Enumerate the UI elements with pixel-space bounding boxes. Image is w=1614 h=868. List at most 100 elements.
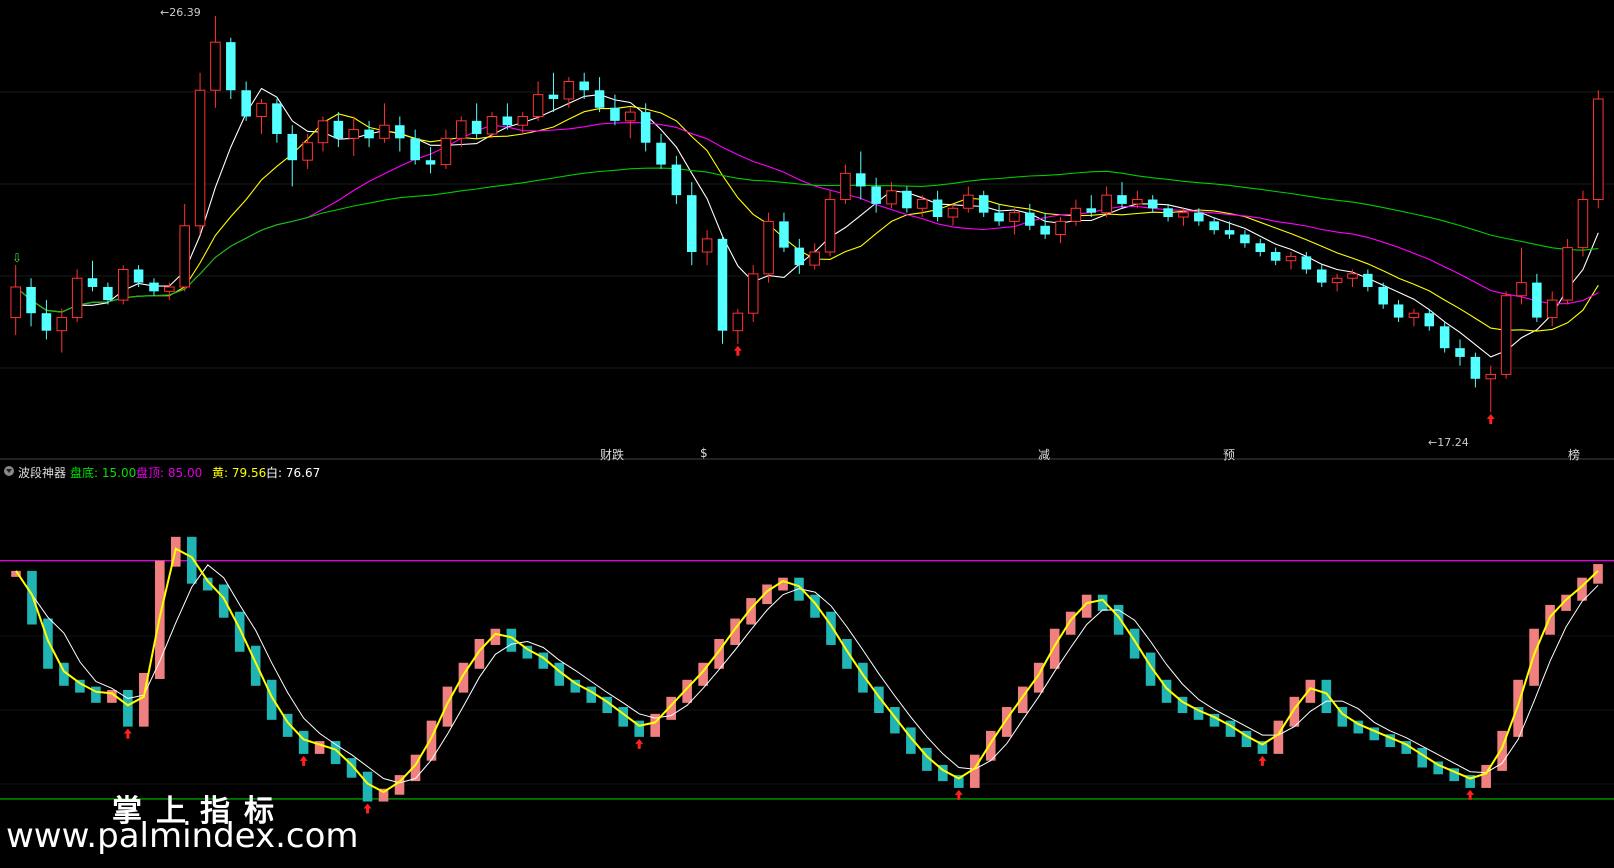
oscillator-bar xyxy=(11,570,21,577)
candle-body xyxy=(1117,195,1127,204)
oscillator-bar xyxy=(1353,720,1364,734)
oscillator-bar xyxy=(586,686,597,703)
candle-body xyxy=(302,142,313,161)
oscillator-bar xyxy=(682,679,692,703)
candle-body xyxy=(1532,282,1542,318)
candle-body xyxy=(133,269,144,283)
candle-body xyxy=(1347,273,1358,279)
candle-body xyxy=(1470,356,1481,379)
oscillator-bar xyxy=(698,662,708,686)
oscillator-bar xyxy=(858,662,868,693)
candle-body xyxy=(1147,199,1158,209)
oscillator-bar xyxy=(1417,747,1428,768)
oscillator-bar xyxy=(1193,707,1204,720)
indicator-name[interactable]: 波段神器 xyxy=(18,464,66,481)
price-panel[interactable]: ⇩ xyxy=(0,0,1614,460)
candle-body xyxy=(317,120,329,144)
oscillator-bar xyxy=(778,577,788,591)
collapse-icon[interactable] xyxy=(4,466,14,476)
oscillator-bar xyxy=(714,638,724,669)
oscillator-bar xyxy=(202,577,213,591)
oscillator-bar xyxy=(1481,764,1491,788)
signal-label-4: 榜 xyxy=(1568,448,1581,462)
candle-body xyxy=(1285,255,1297,262)
candle-body xyxy=(902,190,912,209)
oscillator-bar xyxy=(1017,686,1028,714)
oscillator-bar xyxy=(250,645,261,686)
candle-body xyxy=(548,94,559,99)
oscillator-bar xyxy=(1177,696,1188,714)
candle-body xyxy=(932,199,943,218)
candle-body xyxy=(1009,212,1020,222)
candle-body xyxy=(1485,373,1497,380)
candle-body xyxy=(194,89,206,227)
oscillator-bar xyxy=(410,754,421,782)
buy-arrow-icon xyxy=(635,738,644,749)
oscillator-bar xyxy=(362,771,373,802)
candle-body xyxy=(1255,243,1266,252)
candle-body xyxy=(947,207,959,218)
indicator-value-top: 盘顶: 85.00 xyxy=(136,466,203,480)
candle-body xyxy=(994,212,1004,222)
candle-body xyxy=(532,94,544,117)
oscillator-bar xyxy=(1241,730,1252,748)
oscillator-bar xyxy=(1321,679,1332,714)
candle-body xyxy=(41,313,52,331)
white-line xyxy=(15,564,1599,784)
candle-body xyxy=(1040,225,1050,235)
oscillator-bar xyxy=(1209,713,1220,727)
oscillator-bar xyxy=(43,618,53,669)
watermark-url: www.palmindex.com xyxy=(6,816,359,856)
oscillator-bar xyxy=(1305,679,1316,703)
oscillator-bar xyxy=(1081,594,1092,618)
candle-body xyxy=(272,103,282,134)
oscillator-bar xyxy=(298,730,309,754)
oscillator-bar xyxy=(442,686,453,727)
candle-body xyxy=(886,190,897,205)
oscillator-bar xyxy=(155,560,165,679)
oscillator-bar xyxy=(474,638,485,669)
oscillator-bar xyxy=(490,628,501,645)
buy-arrow-icon xyxy=(363,803,372,814)
oscillator-bar xyxy=(314,741,325,754)
candle-body xyxy=(71,277,83,319)
candle-body xyxy=(440,137,452,166)
candle-body xyxy=(56,317,68,332)
oscillator-bar xyxy=(906,727,916,754)
oscillator-bar xyxy=(522,645,533,659)
buy-arrow-icon xyxy=(123,728,132,739)
candle-body xyxy=(856,173,866,187)
oscillator-bar xyxy=(1033,662,1044,693)
candle-body xyxy=(1363,273,1373,287)
oscillator-bar xyxy=(1577,577,1587,601)
buy-arrow-icon xyxy=(299,755,308,766)
indicator-value-bottom: 盘底: 15.00 xyxy=(70,466,137,480)
oscillator-bar xyxy=(123,690,133,727)
oscillator-bar xyxy=(426,720,437,761)
candle-body xyxy=(640,112,651,143)
candle-body xyxy=(179,225,190,288)
oscillator-bar xyxy=(826,611,836,645)
buy-arrow-icon xyxy=(733,345,742,356)
oscillator-bar xyxy=(59,662,69,686)
signal-label-1: $ xyxy=(700,446,708,460)
candle-body xyxy=(410,138,420,161)
oscillator-bar xyxy=(1049,628,1060,669)
high-price-label: ←26.39 xyxy=(160,6,201,19)
candle-body xyxy=(333,120,344,139)
oscillator-bar xyxy=(1273,720,1284,754)
candle-body xyxy=(1209,221,1219,231)
oscillator-bar xyxy=(1449,768,1459,782)
oscillator-bar xyxy=(969,754,980,788)
oscillator-bar xyxy=(282,713,293,737)
candle-body xyxy=(794,247,805,266)
oscillator-bar xyxy=(1561,594,1571,611)
oscillator-bar xyxy=(554,662,565,686)
candle-body xyxy=(425,160,436,165)
candle-body xyxy=(364,129,374,139)
candle-body xyxy=(1025,212,1035,226)
oscillator-bar xyxy=(1097,594,1108,611)
candle-body xyxy=(732,312,744,332)
ma10-line xyxy=(15,105,1599,332)
ma20-line xyxy=(15,122,1599,313)
